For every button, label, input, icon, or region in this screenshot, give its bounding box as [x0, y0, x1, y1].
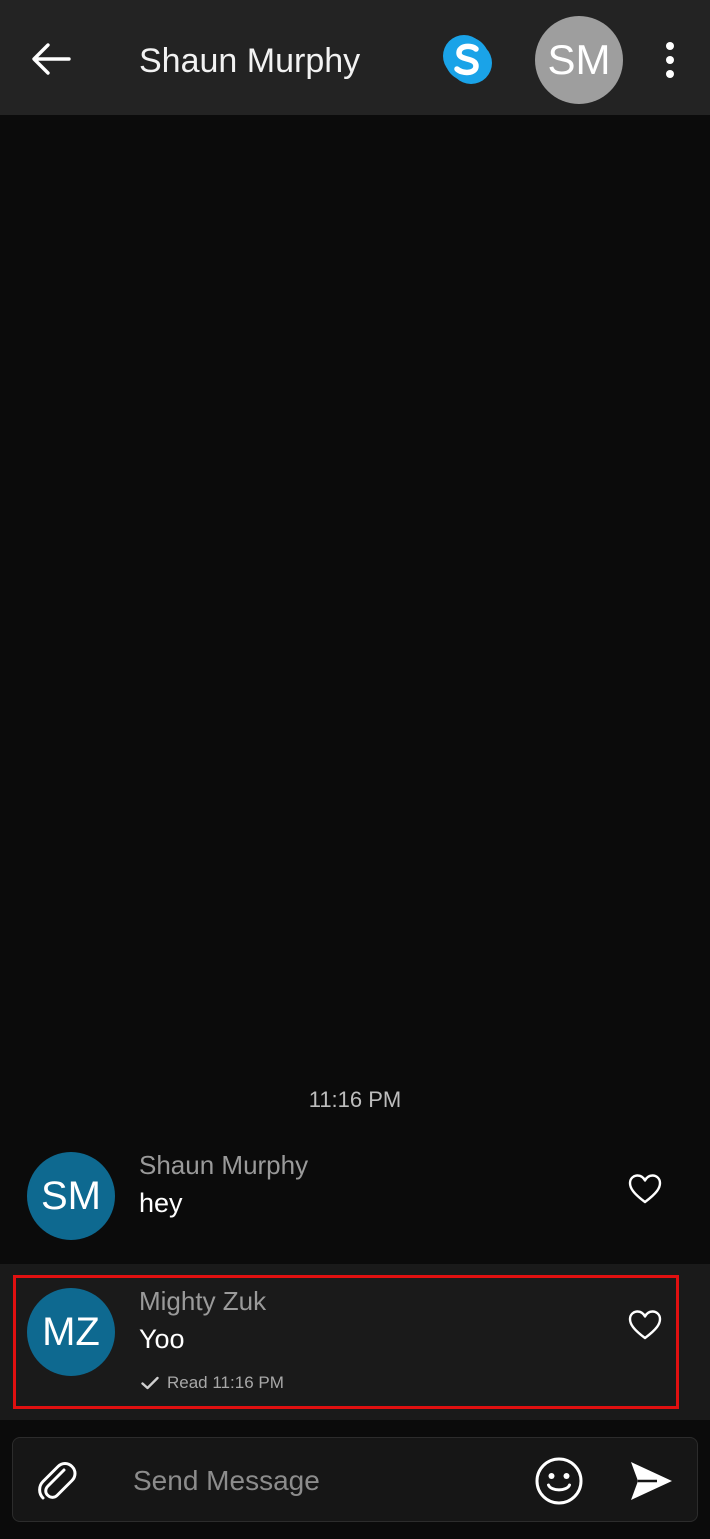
message-input[interactable]: [131, 1458, 521, 1504]
arrow-left-icon: [32, 43, 71, 75]
message-item[interactable]: SM Shaun Murphy hey: [0, 1135, 710, 1264]
message-composer: [12, 1437, 698, 1522]
skype-call-button[interactable]: [436, 30, 498, 90]
chat-screen: Shaun Murphy SM 11:16 PM SM Shaun Murphy…: [0, 0, 710, 1539]
more-vertical-icon: [666, 42, 674, 50]
read-status-text: Read 11:16 PM: [167, 1373, 284, 1392]
sender-avatar[interactable]: SM: [27, 1152, 115, 1240]
skype-logo-icon: [443, 35, 492, 84]
chat-header: Shaun Murphy SM: [0, 0, 710, 115]
heart-outline-icon: [628, 1174, 662, 1204]
contact-name-title[interactable]: Shaun Murphy: [139, 40, 360, 82]
react-heart-button[interactable]: [628, 1173, 662, 1205]
message-text: hey: [139, 1188, 183, 1218]
message-item[interactable]: MZ Mighty Zuk Yoo Read 11:16 PM: [0, 1264, 710, 1420]
sender-name: Shaun Murphy: [139, 1150, 309, 1180]
message-text: Yoo: [139, 1324, 185, 1354]
conversation-time-divider: 11:16 PM: [308, 1087, 402, 1112]
checkmark-icon: [141, 1376, 159, 1390]
emoji-button[interactable]: [534, 1456, 584, 1506]
attach-button[interactable]: [33, 1456, 81, 1504]
back-button[interactable]: [28, 36, 74, 82]
read-receipt: Read 11:16 PM: [141, 1372, 284, 1394]
sender-avatar[interactable]: MZ: [27, 1288, 115, 1376]
heart-outline-icon: [628, 1310, 662, 1340]
send-icon: [631, 1462, 672, 1500]
contact-avatar[interactable]: SM: [535, 16, 623, 104]
react-heart-button[interactable]: [628, 1309, 662, 1341]
sender-name: Mighty Zuk: [139, 1286, 267, 1316]
paperclip-icon: [38, 1462, 77, 1500]
more-options-button[interactable]: [652, 36, 688, 84]
send-button[interactable]: [627, 1458, 675, 1504]
smiley-icon: [535, 1457, 583, 1505]
